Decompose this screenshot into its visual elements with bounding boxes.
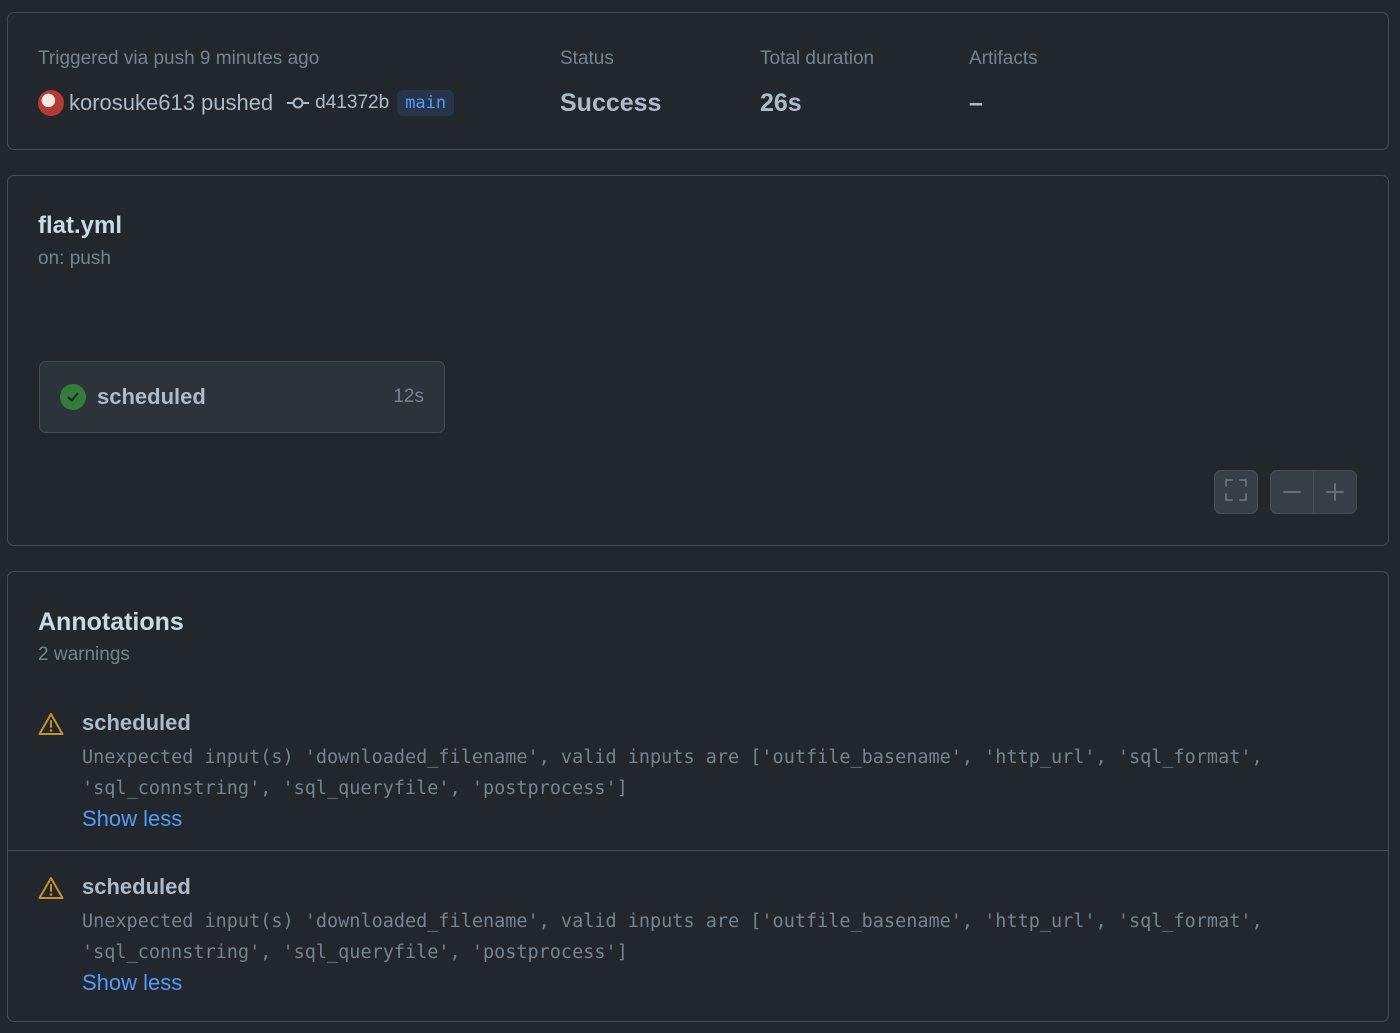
show-less-link[interactable]: Show less: [82, 968, 182, 998]
status-value: Success: [560, 89, 662, 117]
annotation-message: Unexpected input(s) 'downloaded_filename…: [82, 747, 1263, 799]
dash-icon: [1283, 491, 1301, 493]
status-section: Status Success: [560, 47, 661, 117]
branch-label[interactable]: main: [397, 90, 455, 116]
actor-link[interactable]: korosuke613: [69, 90, 195, 116]
workflow-trigger: on: push: [38, 248, 111, 269]
status-label: Status: [560, 48, 614, 69]
screen-full-icon: [1225, 478, 1247, 506]
artifacts-section: Artifacts –: [969, 47, 1038, 117]
job-name: scheduled: [97, 384, 206, 409]
zoom-in-button[interactable]: [1314, 471, 1356, 513]
workflow-graph: flat.yml on: push scheduled 12s: [7, 175, 1389, 546]
show-less-link[interactable]: Show less: [82, 804, 182, 834]
job-duration: 12s: [393, 386, 424, 407]
duration-label: Total duration: [760, 48, 875, 69]
zoom-controls: [1270, 470, 1357, 514]
trigger-row: korosuke613 pushed d41372b main: [38, 87, 455, 119]
duration-section: Total duration 26s: [760, 47, 875, 117]
git-commit-icon: [287, 96, 310, 110]
annotations-title: Annotations: [38, 608, 184, 636]
job-card-scheduled[interactable]: scheduled 12s: [39, 361, 445, 433]
commit-sha-link[interactable]: d41372b: [315, 92, 389, 114]
annotations-count: 2 warnings: [38, 644, 130, 665]
annotations-panel: Annotations 2 warnings scheduled Unexpec…: [7, 571, 1389, 1022]
action-text: pushed: [200, 90, 274, 115]
avatar[interactable]: [38, 90, 64, 116]
alert-icon: [38, 712, 64, 741]
alert-icon: [38, 876, 64, 905]
run-summary: Triggered via push 9 minutes ago korosuk…: [7, 12, 1389, 150]
annotation-message: Unexpected input(s) 'downloaded_filename…: [82, 911, 1263, 963]
trigger-section: Triggered via push 9 minutes ago korosuk…: [38, 47, 455, 116]
fullscreen-button[interactable]: [1214, 470, 1258, 514]
annotation-job-link[interactable]: scheduled: [82, 872, 191, 902]
trigger-label: Triggered via push 9 minutes ago: [38, 48, 320, 69]
workflow-file-name[interactable]: flat.yml: [38, 212, 122, 240]
check-circle-icon: [60, 384, 86, 410]
artifacts-value: –: [969, 89, 983, 117]
annotation-divider: [8, 850, 1388, 851]
plus-icon: [1326, 483, 1344, 501]
duration-value: 26s: [760, 89, 802, 117]
zoom-out-button[interactable]: [1271, 471, 1313, 513]
annotation-job-link[interactable]: scheduled: [82, 708, 191, 738]
artifacts-label: Artifacts: [969, 48, 1038, 69]
